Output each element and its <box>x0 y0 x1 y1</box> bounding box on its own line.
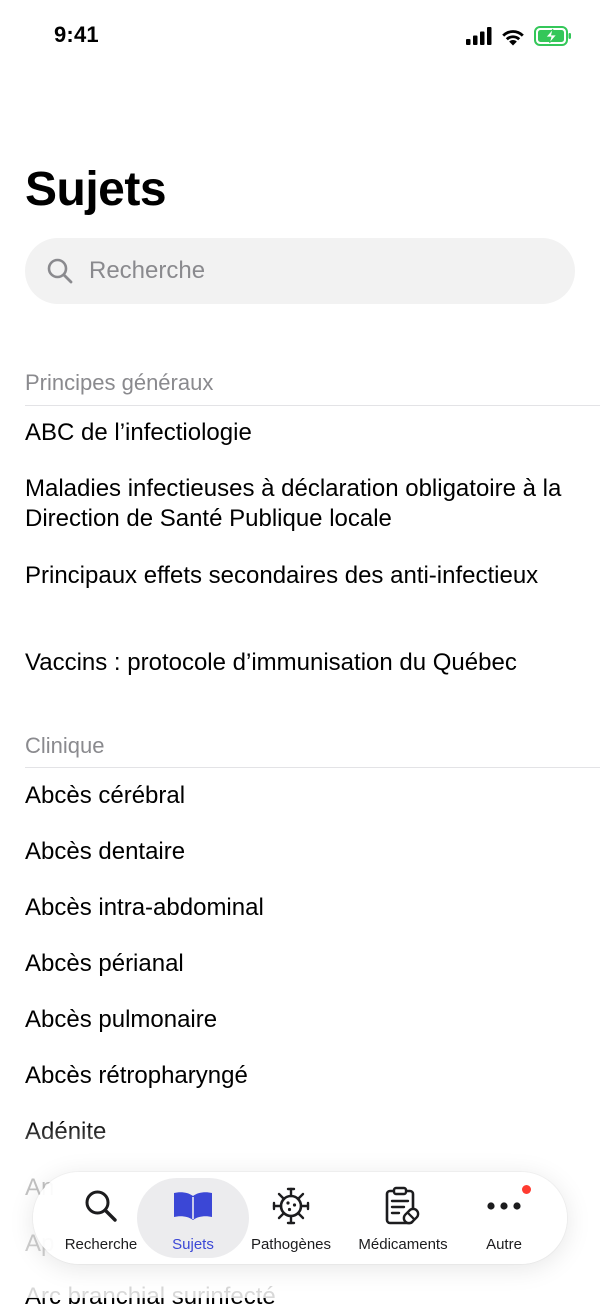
status-icons <box>466 26 572 46</box>
tab-recherche[interactable]: Recherche <box>55 1172 147 1264</box>
list-item[interactable]: Adénite <box>25 1117 590 1147</box>
section-header-principes-generaux: Principes généraux <box>25 370 214 395</box>
tab-label: Médicaments <box>358 1236 448 1253</box>
section-header-clinique: Clinique <box>25 733 105 758</box>
book-icon <box>172 1186 214 1226</box>
list-item[interactable]: Arc branchial surinfecté <box>25 1282 590 1312</box>
tab-pathogenes[interactable]: Pathogènes <box>241 1172 341 1264</box>
search-bar[interactable] <box>25 238 575 304</box>
wifi-icon <box>500 27 526 46</box>
status-time: 9:41 <box>54 22 99 47</box>
page-title: Sujets <box>25 163 167 216</box>
section-divider <box>25 405 600 406</box>
tab-sujets[interactable]: Sujets <box>147 1172 239 1264</box>
search-icon <box>84 1186 118 1226</box>
list-item[interactable]: Vaccins : protocole d’immunisation du Qu… <box>25 648 590 678</box>
list-item[interactable]: Abcès dentaire <box>25 837 590 867</box>
virus-icon <box>271 1186 311 1226</box>
cellular-signal-icon <box>466 27 492 45</box>
status-bar: 9:41 <box>0 0 600 76</box>
tab-autre[interactable]: Autre <box>463 1172 545 1264</box>
tab-label: Recherche <box>64 1236 138 1253</box>
tab-label: Sujets <box>172 1236 214 1253</box>
tab-label: Pathogènes <box>250 1236 332 1253</box>
list-item[interactable]: Abcès rétropharyngé <box>25 1061 590 1091</box>
list-item[interactable]: Abcès pulmonaire <box>25 1005 590 1035</box>
section-divider <box>25 767 600 768</box>
more-icon <box>486 1186 522 1226</box>
list-item[interactable]: Maladies infectieuses à déclaration obli… <box>25 474 590 534</box>
list-item[interactable]: Abcès cérébral <box>25 781 590 811</box>
list-item[interactable]: Abcès périanal <box>25 949 590 979</box>
tab-medicaments[interactable]: Médicaments <box>349 1172 457 1264</box>
list-item[interactable]: Abcès intra-abdominal <box>25 893 590 923</box>
list-item[interactable]: ABC de l’infectiologie <box>25 418 590 448</box>
prescription-icon <box>384 1186 422 1226</box>
tab-label: Autre <box>486 1236 522 1253</box>
battery-charging-icon <box>534 26 572 46</box>
search-input[interactable] <box>89 257 509 285</box>
tab-bar: Recherche Sujets Pathogènes Médicaments … <box>33 1172 567 1264</box>
list-item[interactable]: Principaux effets secondaires des anti-i… <box>25 561 590 591</box>
search-icon <box>47 258 73 284</box>
notification-badge <box>522 1185 531 1194</box>
